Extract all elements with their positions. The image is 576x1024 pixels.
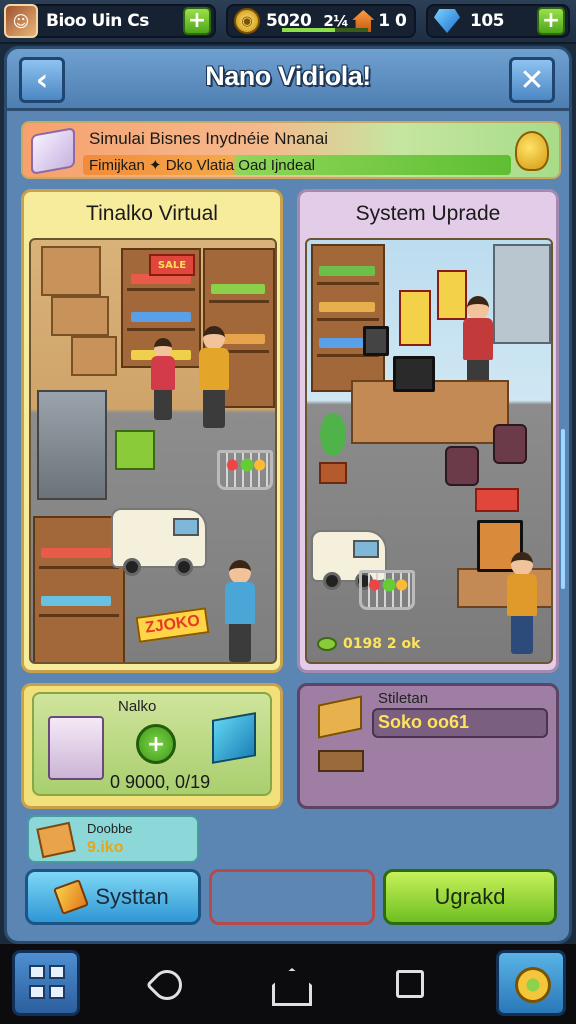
coin-icon: ◉ <box>234 8 260 34</box>
banner-headline: Simulai Bisnes Inydnéie Nnanai <box>89 129 329 148</box>
back-icon[interactable] <box>145 963 189 1007</box>
panel-header: ‹ Nano Vidiola! ✕ <box>7 49 569 111</box>
storage-info-title: Stiletan <box>378 690 429 707</box>
main-panel: ‹ Nano Vidiola! ✕ Simulai Bisnes Inydnéi… <box>4 46 572 944</box>
menu-grid-button[interactable] <box>12 950 80 1016</box>
empty-slot-button[interactable] <box>209 869 375 925</box>
add-currency-button[interactable]: + <box>183 7 211 35</box>
machine-info-inner: Nalko + 0 9000, 0/19 <box>32 692 272 796</box>
recent-apps-icon[interactable] <box>396 970 424 998</box>
pallet-icon <box>318 750 364 772</box>
close-button[interactable]: ✕ <box>509 57 555 103</box>
player-name: Bioo Uin Cs <box>46 11 149 31</box>
system-upgrade-card[interactable]: System Uprade 0198 2 ok <box>297 189 559 673</box>
plus-icon: + <box>541 8 561 33</box>
chevron-left-icon: ‹ <box>35 62 49 98</box>
player-pill[interactable]: ☺ Bioo Uin Cs + <box>4 4 216 38</box>
info-banner[interactable]: Simulai Bisnes Inydnéie Nnanai Fimijkan … <box>21 121 561 179</box>
settings-button[interactable] <box>496 950 566 1016</box>
coins-pill[interactable]: ◉ 5020 2¼ 1 0 <box>226 4 416 38</box>
upgrade-cost: 0198 2 ok <box>317 636 420 652</box>
store-illustration: SALE ZJOKO <box>29 238 277 664</box>
crate-icon <box>318 695 362 739</box>
page-title: Nano Vidiola! <box>205 61 371 91</box>
store-sign: ZJOKO <box>135 607 210 643</box>
upgrade-button[interactable]: Ugrakd <box>383 869 557 925</box>
menu-grid-icon <box>29 965 45 979</box>
gem-icon <box>434 9 460 33</box>
coins-progress-bar <box>282 28 368 32</box>
plus-icon: + <box>146 731 166 757</box>
back-button[interactable]: ‹ <box>19 57 65 103</box>
vending-machine-icon <box>48 716 104 780</box>
plus-icon: + <box>187 8 207 33</box>
system-button-label: Systtan <box>95 884 169 909</box>
card-title: Tinalko Virtual <box>86 202 218 225</box>
add-machine-button[interactable]: + <box>136 724 176 764</box>
gift-box-icon <box>31 127 75 175</box>
settings-gear-icon <box>515 967 551 1003</box>
close-icon: ✕ <box>519 62 545 98</box>
bonus-card[interactable]: Doobbe 9.iko <box>27 815 199 863</box>
office-illustration: 0198 2 ok <box>305 238 553 664</box>
system-button[interactable]: Systtan <box>25 869 201 925</box>
add-gems-button[interactable]: + <box>537 7 565 35</box>
package-icon <box>36 821 76 859</box>
machine-info-value: 0 9000, 0/19 <box>110 772 211 792</box>
scrollbar[interactable] <box>561 429 565 589</box>
upgrade-button-label: Ugrakd <box>434 884 506 909</box>
bonus-title: Doobbe <box>87 821 133 836</box>
home-icon[interactable] <box>272 968 306 1000</box>
storage-info-card[interactable]: Stiletan Soko oo61 <box>297 683 559 809</box>
blue-crate-icon <box>212 712 256 764</box>
banner-subline: Fimijkan ✦ Dko Vlatia Oad Ijndeal <box>89 157 315 174</box>
gems-value: 105 <box>470 11 505 31</box>
tool-icon <box>53 879 90 915</box>
machine-info-title: Nalko <box>118 698 157 715</box>
top-hud: ☺ Bioo Uin Cs + ◉ 5020 2¼ 1 0 105 + <box>0 0 576 44</box>
upgrade-cost-value: 0198 2 ok <box>343 636 421 652</box>
avatar[interactable]: ☺ <box>4 4 38 38</box>
key-icon <box>515 131 549 171</box>
virtual-store-card[interactable]: Tinalko Virtual SALE ZJOKO <box>21 189 283 673</box>
level-value: 1 0 <box>378 11 407 31</box>
bonus-value: 9.iko <box>87 839 124 856</box>
card-title: System Uprade <box>355 202 501 225</box>
storage-info-value: Soko oo61 <box>378 712 470 732</box>
machine-info-card[interactable]: Nalko + 0 9000, 0/19 <box>21 683 283 809</box>
cash-icon <box>317 637 337 651</box>
gems-pill[interactable]: 105 + <box>426 4 570 38</box>
system-nav-bar <box>0 944 576 1024</box>
